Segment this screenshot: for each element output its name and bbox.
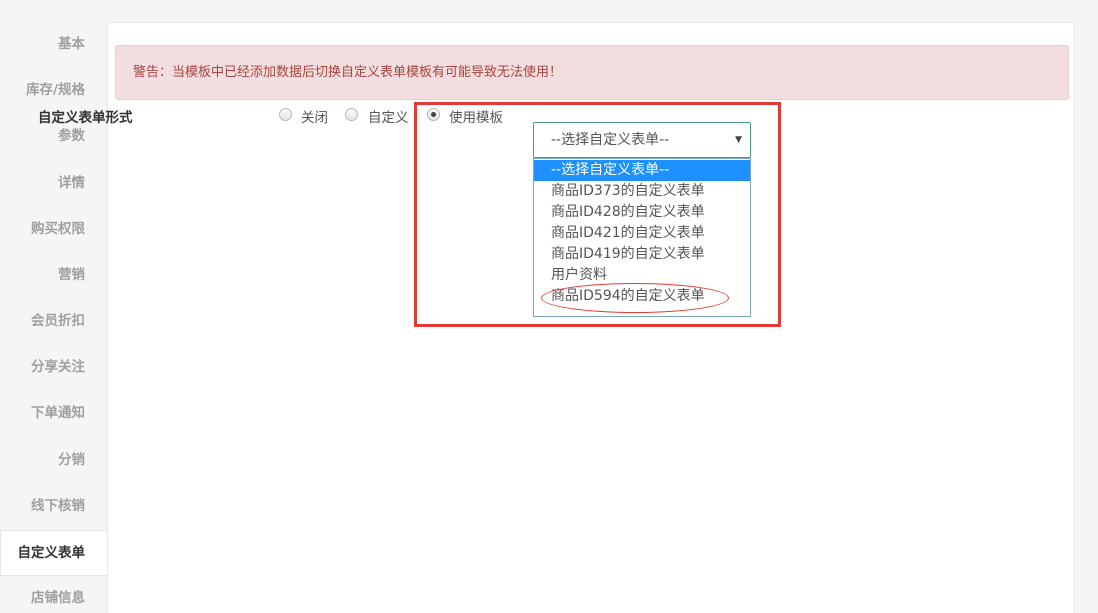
radio-off[interactable]: [279, 108, 292, 121]
custom-form-select-value: --选择自定义表单--: [551, 132, 670, 148]
dropdown-option-id421[interactable]: 商品ID421的自定义表单: [534, 223, 750, 244]
sidebar: 基本 库存/规格 参数 详情 购买权限 营销 会员折扣 分享关注 下单通知 分销…: [0, 0, 108, 613]
sidebar-item-member-discount[interactable]: 会员折扣: [0, 300, 108, 342]
sidebar-item-marketing[interactable]: 营销: [0, 254, 108, 296]
dropdown-option-id419[interactable]: 商品ID419的自定义表单: [534, 244, 750, 265]
warning-alert: 警告：当模板中已经添加数据后切换自定义表单模板有可能导致无法使用！: [115, 45, 1069, 100]
radio-use-template[interactable]: [427, 108, 440, 121]
sidebar-item-purchase-permission[interactable]: 购买权限: [0, 208, 108, 250]
custom-form-select[interactable]: --选择自定义表单-- ▼: [533, 122, 751, 158]
page: 基本 库存/规格 参数 详情 购买权限 营销 会员折扣 分享关注 下单通知 分销…: [0, 0, 1098, 613]
radio-off-label[interactable]: 关闭: [301, 106, 328, 126]
sidebar-item-order-notify[interactable]: 下单通知: [0, 392, 108, 434]
sidebar-item-basic[interactable]: 基本: [0, 23, 108, 65]
radio-custom[interactable]: [345, 108, 358, 121]
sidebar-item-stock-spec[interactable]: 库存/规格: [0, 69, 108, 111]
radio-use-template-label[interactable]: 使用模板: [449, 106, 503, 126]
dropdown-option-placeholder[interactable]: --选择自定义表单--: [534, 160, 750, 181]
dropdown-option-id373[interactable]: 商品ID373的自定义表单: [534, 181, 750, 202]
radio-custom-label[interactable]: 自定义: [368, 106, 409, 126]
sidebar-item-details[interactable]: 详情: [0, 162, 108, 204]
custom-form-dropdown: --选择自定义表单-- 商品ID373的自定义表单 商品ID428的自定义表单 …: [533, 158, 751, 317]
main-panel: 警告：当模板中已经添加数据后切换自定义表单模板有可能导致无法使用！: [107, 22, 1075, 613]
sidebar-item-shop-info[interactable]: 店铺信息: [0, 577, 108, 613]
sidebar-item-share-follow[interactable]: 分享关注: [0, 346, 108, 388]
dropdown-option-id428[interactable]: 商品ID428的自定义表单: [534, 202, 750, 223]
sidebar-item-distribution[interactable]: 分销: [0, 439, 108, 481]
chevron-down-icon: ▼: [735, 135, 742, 145]
dropdown-option-user-profile[interactable]: 用户资料: [534, 265, 750, 286]
custom-form-type-label: 自定义表单形式: [38, 110, 133, 126]
sidebar-item-custom-form[interactable]: 自定义表单: [0, 530, 108, 576]
sidebar-item-offline-verify[interactable]: 线下核销: [0, 485, 108, 527]
dropdown-option-id594[interactable]: 商品ID594的自定义表单: [534, 286, 750, 307]
